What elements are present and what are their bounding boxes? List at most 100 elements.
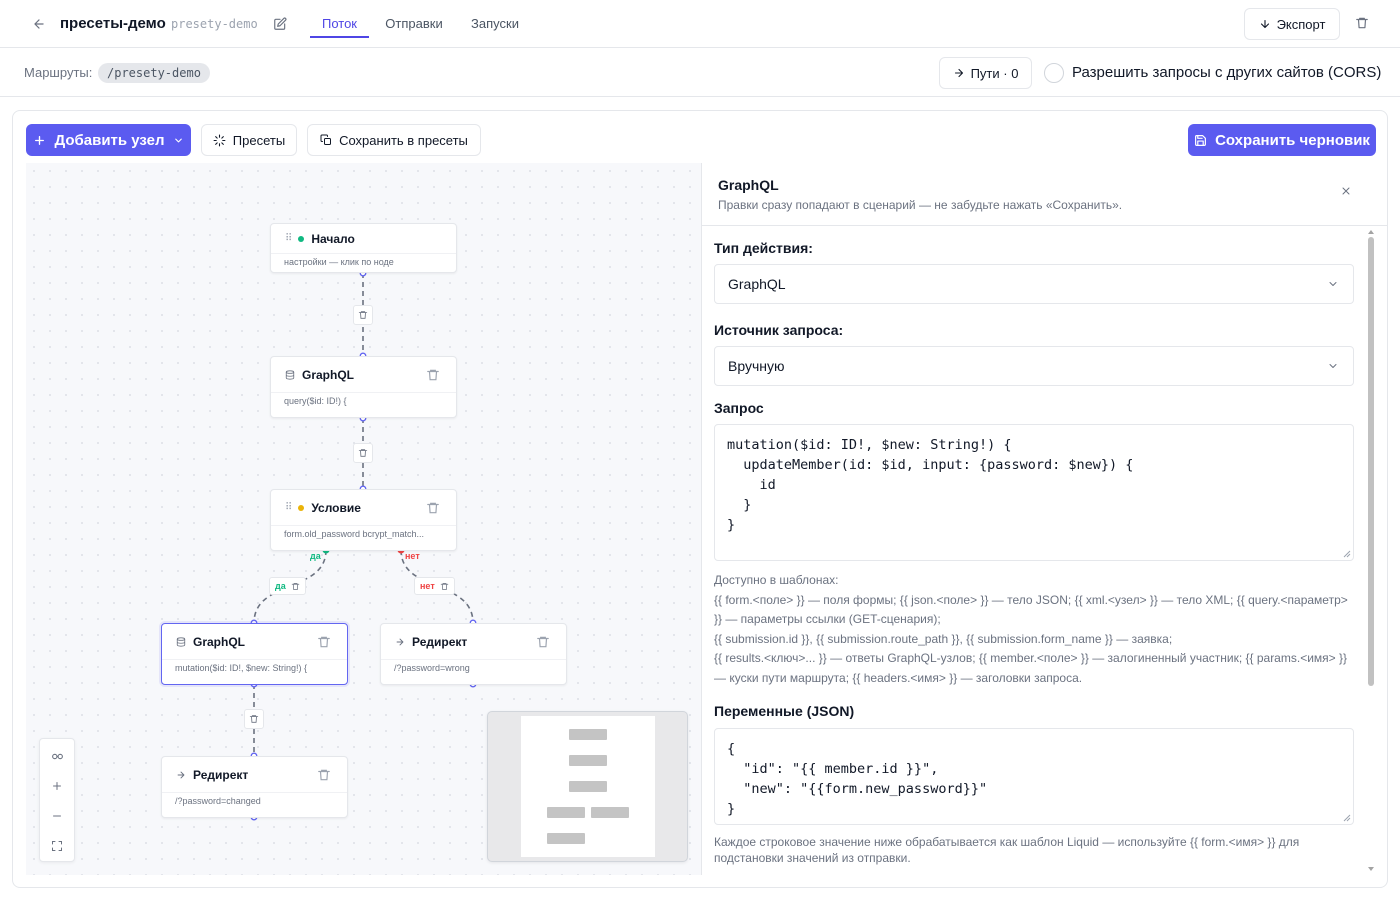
zoom-out-button[interactable] bbox=[40, 801, 74, 831]
node-title: GraphQL bbox=[302, 367, 355, 382]
chevron-down-icon bbox=[1329, 364, 1337, 368]
edge-delete-button[interactable] bbox=[353, 443, 373, 463]
node-title: Начало bbox=[311, 231, 355, 246]
arrow-right-icon bbox=[396, 638, 404, 645]
edge-delete-button[interactable] bbox=[244, 709, 264, 729]
cors-label[interactable]: Разрешить запросы с других сайтов (CORS) bbox=[1072, 64, 1381, 81]
node-graphql-mutation[interactable]: GraphQL mutation($id: ID!, $new: String!… bbox=[161, 623, 348, 685]
routes-bar: Маршруты: /presety-demo Пути · 0 Разреши… bbox=[0, 49, 1400, 97]
handle-label-yes: да bbox=[310, 551, 321, 561]
trash-icon[interactable] bbox=[291, 582, 300, 591]
query-label: Запрос bbox=[714, 400, 764, 416]
trash-icon[interactable] bbox=[317, 768, 331, 782]
trash-icon[interactable] bbox=[426, 501, 440, 515]
edge-delete-button[interactable] bbox=[353, 305, 373, 325]
tab-submissions[interactable]: Отправки bbox=[379, 0, 449, 48]
presets-button[interactable]: Пресеты bbox=[201, 124, 297, 156]
trash-icon[interactable] bbox=[536, 635, 550, 649]
panel-scrollbar-thumb[interactable] bbox=[1368, 237, 1374, 686]
save-draft-button[interactable]: Сохранить черновик bbox=[1188, 124, 1376, 156]
panel-subtitle: Правки сразу попадают в сценарий — не за… bbox=[718, 198, 1123, 212]
cors-checkbox[interactable] bbox=[1044, 63, 1064, 83]
variables-label: Переменные (JSON) bbox=[714, 703, 855, 719]
minimap-viewport bbox=[521, 716, 655, 857]
edge-label-text: нет bbox=[420, 581, 435, 591]
paths-button[interactable]: Пути · 0 bbox=[939, 57, 1032, 89]
close-panel-button[interactable] bbox=[1335, 180, 1357, 202]
save-preset-button[interactable]: Сохранить в пресеты bbox=[307, 124, 481, 156]
templates-line: {{ form.<поле> }} — поля формы; {{ json.… bbox=[714, 592, 1348, 627]
node-subtitle: query($id: ID!) { bbox=[284, 396, 347, 406]
templates-title: Доступно в шаблонах: bbox=[714, 573, 839, 587]
tab-flow[interactable]: Поток bbox=[310, 0, 369, 48]
flow-editor-card: Добавить узел Пресеты Сохранить в пресет… bbox=[12, 110, 1388, 888]
drag-handle-icon[interactable]: ⠿ bbox=[285, 502, 292, 513]
trash-icon bbox=[249, 715, 259, 723]
variables-textarea[interactable]: { "id": "{{ member.id }}", "new": "{{for… bbox=[714, 728, 1354, 825]
trash-icon[interactable] bbox=[440, 582, 449, 591]
query-textarea[interactable]: mutation($id: ID!, $new: String!) { upda… bbox=[714, 424, 1354, 561]
routes-label: Маршруты: bbox=[24, 65, 93, 80]
edge-label-no[interactable]: нет bbox=[414, 577, 455, 595]
edge-label-text: да bbox=[275, 581, 286, 591]
drag-handle-icon[interactable]: ⠿ bbox=[285, 233, 292, 244]
close-icon bbox=[1342, 187, 1350, 195]
page-title: пресеты-демо bbox=[60, 15, 166, 32]
save-draft-label: Сохранить черновик bbox=[1215, 131, 1370, 149]
trash-icon bbox=[358, 311, 368, 319]
scroll-up-icon[interactable] bbox=[1367, 229, 1375, 235]
minimap-node bbox=[569, 729, 607, 740]
top-bar: пресеты-демо presety-demo Поток Отправки… bbox=[0, 0, 1400, 48]
tab-runs[interactable]: Запуски bbox=[464, 0, 526, 48]
edge-label-yes[interactable]: да bbox=[269, 577, 306, 595]
flow-canvas[interactable]: ⠿ Начало настройки — клик по ноде GraphQ… bbox=[26, 163, 702, 875]
node-subtitle: настройки — клик по ноде bbox=[284, 257, 394, 267]
arrow-right-icon bbox=[177, 771, 185, 778]
add-node-button[interactable]: Добавить узел bbox=[26, 124, 191, 156]
action-type-select[interactable]: GraphQL bbox=[714, 264, 1354, 304]
minimap[interactable] bbox=[487, 711, 688, 862]
query-text: mutation($id: ID!, $new: String!) { upda… bbox=[727, 437, 1134, 533]
node-condition[interactable]: ⠿ Условие form.old_password bcrypt_match… bbox=[270, 489, 457, 551]
node-subtitle: /?password=wrong bbox=[394, 663, 470, 673]
resize-handle-icon[interactable] bbox=[1343, 550, 1351, 558]
copy-icon bbox=[320, 134, 332, 145]
action-type-label: Тип действия: bbox=[714, 240, 813, 256]
add-node-label: Добавить узел bbox=[54, 131, 165, 149]
route-chip[interactable]: /presety-demo bbox=[98, 63, 210, 83]
edit-title-button[interactable] bbox=[269, 13, 291, 35]
variables-text: { "id": "{{ member.id }}", "new": "{{for… bbox=[727, 741, 988, 817]
page-slug: presety-demo bbox=[171, 17, 258, 31]
trash-icon bbox=[358, 449, 368, 457]
back-button[interactable] bbox=[27, 12, 51, 36]
action-type-value: GraphQL bbox=[728, 276, 786, 292]
variables-hint: Каждое строковое значение ниже обрабатыв… bbox=[714, 835, 1300, 865]
chevron-down-icon bbox=[174, 138, 182, 142]
resize-handle-icon[interactable] bbox=[1343, 814, 1351, 822]
node-redirect-wrong[interactable]: Редирект /?password=wrong bbox=[380, 623, 567, 685]
zoom-controls bbox=[39, 738, 75, 862]
node-start[interactable]: ⠿ Начало настройки — клик по ноде bbox=[270, 223, 457, 273]
link-icon bbox=[51, 753, 63, 759]
fit-button[interactable] bbox=[40, 741, 74, 771]
zoom-in-button[interactable] bbox=[40, 771, 74, 801]
node-redirect-changed[interactable]: Редирект /?password=changed bbox=[161, 756, 348, 818]
save-preset-label: Сохранить в пресеты bbox=[339, 132, 468, 148]
node-graphql-query[interactable]: GraphQL query($id: ID!) { bbox=[270, 356, 457, 418]
database-icon bbox=[176, 636, 186, 647]
panel-header: GraphQL Правки сразу попадают в сценарий… bbox=[702, 163, 1387, 226]
scroll-down-icon[interactable] bbox=[1367, 866, 1375, 872]
export-button[interactable]: Экспорт bbox=[1244, 8, 1340, 40]
source-select[interactable]: Вручную bbox=[714, 346, 1354, 386]
edit-icon bbox=[274, 17, 287, 30]
delete-flow-button[interactable] bbox=[1351, 12, 1373, 34]
trash-icon[interactable] bbox=[426, 368, 440, 382]
node-subtitle: form.old_password bcrypt_match... bbox=[284, 529, 425, 539]
expand-icon bbox=[52, 841, 62, 851]
node-title: Редирект bbox=[193, 767, 249, 782]
trash-icon[interactable] bbox=[317, 635, 331, 649]
source-label: Источник запроса: bbox=[714, 322, 844, 338]
handle-label-no: нет bbox=[405, 551, 420, 561]
fullscreen-button[interactable] bbox=[40, 831, 74, 861]
status-dot bbox=[298, 504, 305, 511]
